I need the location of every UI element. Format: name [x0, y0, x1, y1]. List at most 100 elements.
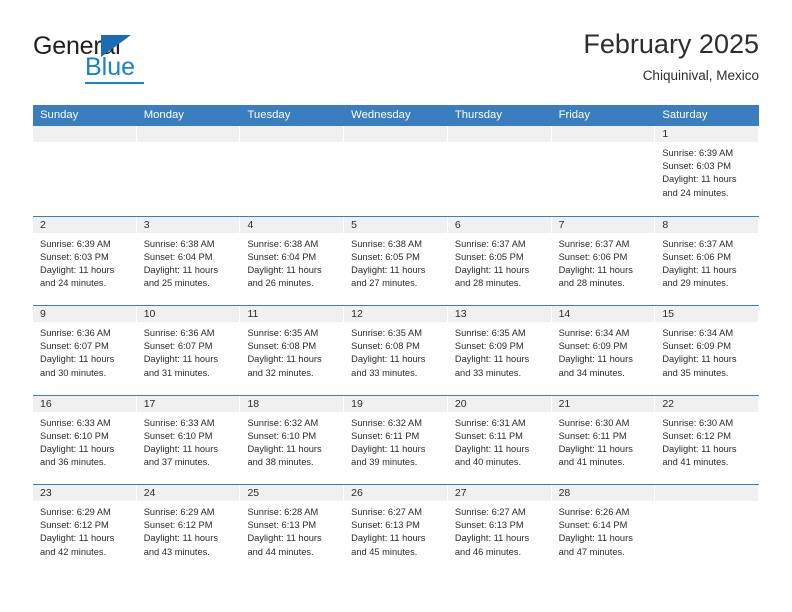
calendar-day-cell[interactable]: 17 Sunrise: 6:33 AM Sunset: 6:10 PM Dayligh… — [136, 395, 241, 484]
calendar-week-row: 23 Sunrise: 6:29 AM Sunset: 6:12 PM Dayligh… — [33, 484, 760, 574]
calendar-day-cell[interactable]: 5 Sunrise: 6:38 AM Sunset: 6:05 PM Daylight… — [344, 216, 448, 305]
daylight-text-line1: Daylight: 11 hours — [247, 533, 322, 544]
calendar-week-row: 16 Sunrise: 6:33 AM Sunset: 6:10 PM Dayligh… — [33, 394, 760, 484]
daylight-text-line1: Daylight: 11 hours — [40, 354, 115, 365]
calendar-day-cell[interactable]: 23 Sunrise: 6:29 AM Sunset: 6:12 PM Dayligh… — [33, 485, 137, 574]
calendar-day-cell[interactable]: 8 Sunrise: 6:37 AM Sunset: 6:06 PM Daylight… — [655, 216, 760, 305]
day-number-band: 21 — [551, 395, 655, 412]
daylight-text-line2: and 28 minutes. — [558, 278, 625, 289]
sunset-text: Sunset: 6:14 PM — [558, 520, 628, 531]
sunrise-text: Sunrise: 6:38 AM — [143, 238, 215, 249]
calendar-day-cell[interactable]: 1 Sunrise: 6:39 AM Sunset: 6:03 PM Daylight… — [655, 126, 760, 216]
calendar-day-cell[interactable]: 21 Sunrise: 6:30 AM Sunset: 6:11 PM Dayligh… — [551, 395, 656, 484]
sunrise-text: Sunrise: 6:29 AM — [40, 507, 111, 517]
calendar-day-cell[interactable]: 26 Sunrise: 6:27 AM Sunset: 6:13 PM Dayligh… — [344, 485, 448, 574]
calendar-day-cell[interactable]: 27 Sunrise: 6:27 AM Sunset: 6:13 PM Dayligh… — [447, 485, 552, 574]
sunset-text: Sunset: 6:13 PM — [247, 520, 317, 531]
sunset-text: Sunset: 6:11 PM — [454, 430, 523, 441]
calendar-day-cell[interactable]: 19 Sunrise: 6:32 AM Sunset: 6:11 PM Dayligh… — [344, 395, 448, 484]
sunrise-text: Sunrise: 6:32 AM — [351, 417, 422, 428]
calendar-day-cell[interactable]: 20 Sunrise: 6:31 AM Sunset: 6:11 PM Dayligh… — [447, 395, 552, 484]
daylight-text-line2: and 25 minutes. — [143, 278, 210, 289]
calendar-day-cell[interactable]: 24 Sunrise: 6:29 AM Sunset: 6:12 PM Dayligh… — [136, 485, 241, 574]
day-details: Sunrise: 6:38 AM Sunset: 6:05 PM Daylight:… — [344, 233, 448, 291]
calendar-day-cell[interactable]: 4 Sunrise: 6:38 AM Sunset: 6:04 PM Daylight… — [240, 216, 345, 305]
sunrise-text: Sunrise: 6:35 AM — [247, 328, 319, 338]
day-number-band: 1 — [655, 126, 759, 142]
calendar-day-cell[interactable]: 11 Sunrise: 6:35 AM Sunset: 6:08 PM Dayligh… — [240, 306, 345, 395]
calendar-day-cell[interactable]: 6 Sunrise: 6:37 AM Sunset: 6:05 PM Daylight… — [447, 216, 552, 305]
calendar-week-row: 2 Sunrise: 6:39 AM Sunset: 6:03 PM Daylight… — [33, 215, 760, 305]
day-details: Sunrise: 6:30 AM Sunset: 6:12 PM Daylight:… — [655, 412, 759, 470]
daylight-text-line2: and 33 minutes. — [454, 367, 522, 378]
sunset-text: Sunset: 6:08 PM — [247, 341, 317, 352]
sunrise-text: Sunrise: 6:32 AM — [247, 417, 319, 428]
calendar-day-cell-empty — [240, 126, 345, 216]
daylight-text-line1: Daylight: 11 hours — [558, 354, 633, 365]
daylight-text-line2: and 29 minutes. — [662, 278, 729, 289]
sunset-text: Sunset: 6:13 PM — [454, 520, 524, 531]
general-blue-logo[interactable]: General Blue — [33, 34, 263, 90]
daylight-text-line2: and 28 minutes. — [454, 278, 522, 289]
day-number: 14 — [558, 308, 571, 320]
day-number-band: 20 — [447, 395, 551, 412]
day-details: Sunrise: 6:39 AM Sunset: 6:03 PM Daylight:… — [655, 142, 759, 200]
daylight-text-line1: Daylight: 11 hours — [662, 264, 737, 275]
day-number-band: 12 — [344, 306, 447, 322]
calendar-grid: Sunday Monday Tuesday Wednesday Thursday Frid… — [33, 105, 760, 574]
day-number-band: 5 — [344, 216, 447, 233]
calendar-day-cell[interactable]: 7 Sunrise: 6:37 AM Sunset: 6:06 PM Daylight… — [551, 216, 656, 305]
calendar-day-cell[interactable]: 9 Sunrise: 6:36 AM Sunset: 6:07 PM Daylight… — [33, 306, 137, 395]
day-details: Sunrise: 6:27 AM Sunset: 6:13 PM Daylight:… — [448, 501, 552, 559]
calendar-day-cell[interactable]: 14 Sunrise: 6:34 AM Sunset: 6:09 PM Dayligh… — [551, 306, 656, 395]
daylight-text-line1: Daylight: 11 hours — [351, 264, 426, 275]
day-number: 21 — [558, 397, 571, 410]
calendar-page: General Blue February 2025 Chiquinival, … — [0, 0, 792, 612]
day-number: 25 — [247, 487, 260, 499]
daylight-text-line1: Daylight: 11 hours — [351, 354, 426, 365]
day-number-band: 6 — [447, 216, 551, 233]
day-details: Sunrise: 6:33 AM Sunset: 6:10 PM Daylight:… — [137, 412, 241, 470]
sunset-text: Sunset: 6:05 PM — [454, 251, 524, 262]
day-number-band — [655, 485, 759, 501]
daylight-text-line1: Daylight: 11 hours — [351, 533, 426, 544]
sunrise-text: Sunrise: 6:36 AM — [143, 328, 215, 338]
day-number: 24 — [143, 487, 156, 499]
calendar-day-cell[interactable]: 15 Sunrise: 6:34 AM Sunset: 6:09 PM Dayligh… — [655, 306, 760, 395]
day-details: Sunrise: 6:36 AM Sunset: 6:07 PM Daylight:… — [33, 322, 137, 380]
calendar-day-cell-empty — [551, 126, 656, 216]
weekday-header-monday: Monday — [143, 109, 184, 121]
day-number: 22 — [662, 397, 674, 410]
day-number-band: 15 — [655, 306, 759, 322]
day-number: 11 — [247, 308, 259, 320]
day-number-band: 10 — [136, 306, 240, 322]
sunrise-text: Sunrise: 6:35 AM — [454, 328, 526, 338]
day-details: Sunrise: 6:33 AM Sunset: 6:10 PM Daylight:… — [33, 412, 137, 470]
sunrise-text: Sunrise: 6:29 AM — [143, 507, 215, 517]
page-title: February 2025 — [583, 29, 759, 59]
calendar-day-cell[interactable]: 28 Sunrise: 6:26 AM Sunset: 6:14 PM Dayligh… — [551, 485, 656, 574]
daylight-text-line1: Daylight: 11 hours — [40, 443, 115, 454]
logo-underline — [85, 82, 144, 84]
calendar-day-cell[interactable]: 3 Sunrise: 6:38 AM Sunset: 6:04 PM Daylight… — [136, 216, 241, 305]
calendar-day-cell-empty — [447, 126, 552, 216]
calendar-day-cell[interactable]: 16 Sunrise: 6:33 AM Sunset: 6:10 PM Dayligh… — [33, 395, 137, 484]
calendar-day-cell[interactable]: 10 Sunrise: 6:36 AM Sunset: 6:07 PM Dayligh… — [136, 306, 241, 395]
daylight-text-line1: Daylight: 11 hours — [662, 443, 737, 454]
sunset-text: Sunset: 6:12 PM — [40, 520, 109, 531]
sunrise-text: Sunrise: 6:33 AM — [40, 417, 111, 428]
sunrise-text: Sunrise: 6:38 AM — [351, 238, 422, 249]
calendar-day-cell[interactable]: 13 Sunrise: 6:35 AM Sunset: 6:09 PM Dayligh… — [447, 306, 552, 395]
day-number-band — [447, 126, 551, 142]
calendar-day-cell[interactable]: 18 Sunrise: 6:32 AM Sunset: 6:10 PM Dayligh… — [240, 395, 345, 484]
day-number-band: 14 — [551, 306, 655, 322]
calendar-day-cell[interactable]: 2 Sunrise: 6:39 AM Sunset: 6:03 PM Daylight… — [33, 216, 137, 305]
weekday-header-friday: Friday — [558, 109, 590, 121]
weekday-header-row: Sunday Monday Tuesday Wednesday Thursday Frid… — [33, 105, 759, 126]
calendar-day-cell[interactable]: 12 Sunrise: 6:35 AM Sunset: 6:08 PM Dayligh… — [344, 306, 448, 395]
daylight-text-line1: Daylight: 11 hours — [247, 354, 322, 365]
calendar-day-cell[interactable]: 25 Sunrise: 6:28 AM Sunset: 6:13 PM Dayligh… — [240, 485, 345, 574]
calendar-day-cell[interactable]: 22 Sunrise: 6:30 AM Sunset: 6:12 PM Dayligh… — [655, 395, 760, 484]
sunrise-text: Sunrise: 6:39 AM — [40, 238, 111, 249]
weekday-header-tuesday: Tuesday — [247, 109, 291, 121]
